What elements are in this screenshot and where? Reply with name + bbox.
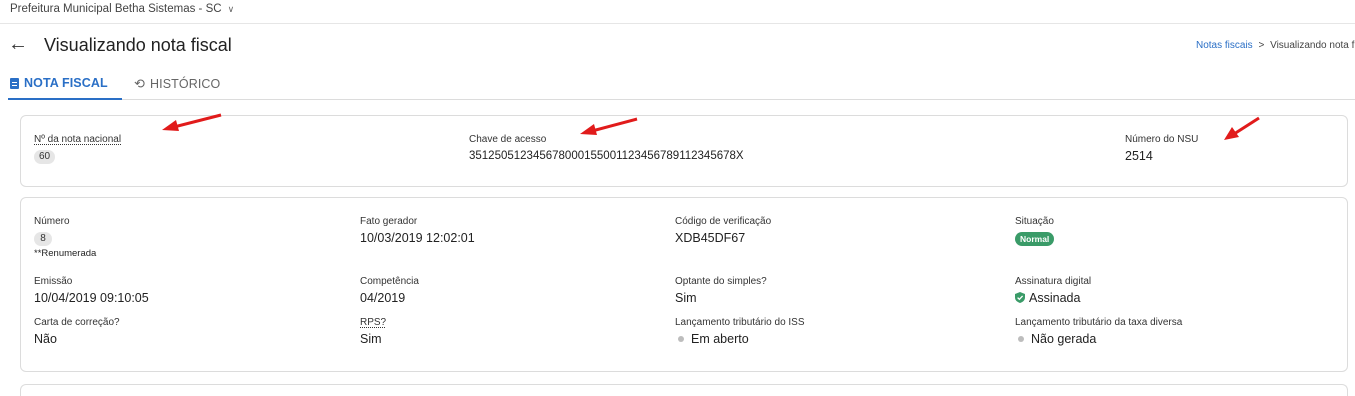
field-assinatura-digital: Assinatura digital Assinada [1015, 276, 1091, 306]
org-selector[interactable]: Prefeitura Municipal Betha Sistemas - SC… [10, 3, 234, 15]
lancamento-taxa-value-row: Não gerada [1015, 331, 1182, 347]
field-numero-nacional: Nº da nota nacional 60 [34, 134, 121, 164]
field-numero: Número 8 **Renumerada [34, 216, 96, 259]
field-situacao: Situação Normal [1015, 216, 1055, 247]
rps-label: RPS? [360, 317, 387, 328]
tab-historico[interactable]: ⟲ HISTÓRICO [134, 76, 220, 92]
situacao-label: Situação [1015, 216, 1054, 227]
org-name: Prefeitura Municipal Betha Sistemas - SC [10, 3, 222, 15]
shield-check-icon [1015, 292, 1025, 303]
nsu-value: 2514 [1125, 149, 1153, 163]
status-dot-icon [1018, 336, 1024, 343]
field-optante-simples: Optante do simples? Sim [675, 276, 767, 306]
status-badge: Normal [1015, 232, 1055, 246]
nsu-label: Número do NSU [1125, 134, 1199, 145]
annotation-arrow-icon [1224, 116, 1260, 140]
fato-gerador-label: Fato gerador [360, 216, 418, 227]
page-title: Visualizando nota fiscal [44, 35, 232, 55]
annotation-arrow-icon [580, 117, 638, 135]
breadcrumb-separator: > [1258, 40, 1265, 51]
details-card: Número 8 **Renumerada Fato gerador 10/03… [20, 197, 1348, 372]
next-card [20, 384, 1348, 396]
assinatura-value-row: Assinada [1015, 290, 1091, 306]
field-competencia: Competência 04/2019 [360, 276, 419, 306]
tab-bar: NOTA FISCAL ⟲ HISTÓRICO [8, 68, 1355, 100]
assinatura-value: Assinada [1029, 291, 1081, 305]
field-lancamento-taxa: Lançamento tributário da taxa diversa Nã… [1015, 317, 1182, 347]
lancamento-taxa-value: Não gerada [1031, 332, 1097, 346]
breadcrumb-link-notas-fiscais[interactable]: Notas fiscais [1196, 40, 1253, 51]
breadcrumb: Notas fiscais > Visualizando nota f [1196, 40, 1354, 51]
numero-value: 8 [34, 232, 52, 246]
field-carta-correcao: Carta de correção? Não [34, 317, 120, 347]
arrow-left-icon[interactable]: ← [8, 34, 28, 54]
top-bar: Prefeitura Municipal Betha Sistemas - SC… [0, 0, 1355, 24]
rps-value: Sim [360, 332, 382, 346]
field-codigo-verificacao: Código de verificação XDB45DF67 [675, 216, 771, 246]
breadcrumb-current: Visualizando nota f [1270, 40, 1355, 51]
numero-note: **Renumerada [34, 248, 97, 259]
status-dot-icon [678, 336, 684, 343]
tab-nota-fiscal[interactable]: NOTA FISCAL [8, 76, 122, 100]
emissao-label: Emissão [34, 276, 73, 287]
numero-nacional-label: Nº da nota nacional [34, 134, 122, 145]
tab-nota-fiscal-label: NOTA FISCAL [24, 76, 108, 90]
lancamento-iss-value-row: Em aberto [675, 331, 805, 347]
history-icon: ⟲ [134, 76, 145, 91]
codigo-verificacao-value: XDB45DF67 [675, 231, 746, 245]
document-icon [10, 77, 19, 89]
carta-correcao-value: Não [34, 332, 57, 346]
chevron-down-icon: ∨ [227, 3, 235, 14]
chave-acesso-value: 3512505123456780001550011234567891123456… [469, 150, 744, 162]
annotation-arrow-icon [162, 113, 222, 131]
emissao-value: 10/04/2019 09:10:05 [34, 291, 149, 305]
codigo-verificacao-label: Código de verificação [675, 216, 772, 227]
lancamento-iss-value: Em aberto [691, 332, 749, 346]
assinatura-label: Assinatura digital [1015, 276, 1092, 287]
fato-gerador-value: 10/03/2019 12:02:01 [360, 231, 475, 245]
field-fato-gerador: Fato gerador 10/03/2019 12:02:01 [360, 216, 475, 246]
field-chave-acesso: Chave de acesso 351250512345678000155001… [469, 134, 744, 164]
competencia-value: 04/2019 [360, 291, 406, 305]
field-emissao: Emissão 10/04/2019 09:10:05 [34, 276, 149, 306]
optante-simples-label: Optante do simples? [675, 276, 767, 287]
lancamento-iss-label: Lançamento tributário do ISS [675, 317, 805, 328]
lancamento-taxa-label: Lançamento tributário da taxa diversa [1015, 317, 1183, 328]
field-rps: RPS? Sim [360, 317, 386, 347]
field-lancamento-iss: Lançamento tributário do ISS Em aberto [675, 317, 805, 347]
field-nsu: Número do NSU 2514 [1125, 134, 1198, 164]
tab-historico-label: HISTÓRICO [150, 77, 221, 91]
numero-label: Número [34, 216, 70, 227]
numero-nacional-value: 60 [34, 150, 56, 164]
carta-correcao-label: Carta de correção? [34, 317, 120, 328]
competencia-label: Competência [360, 276, 419, 287]
optante-simples-value: Sim [675, 291, 697, 305]
